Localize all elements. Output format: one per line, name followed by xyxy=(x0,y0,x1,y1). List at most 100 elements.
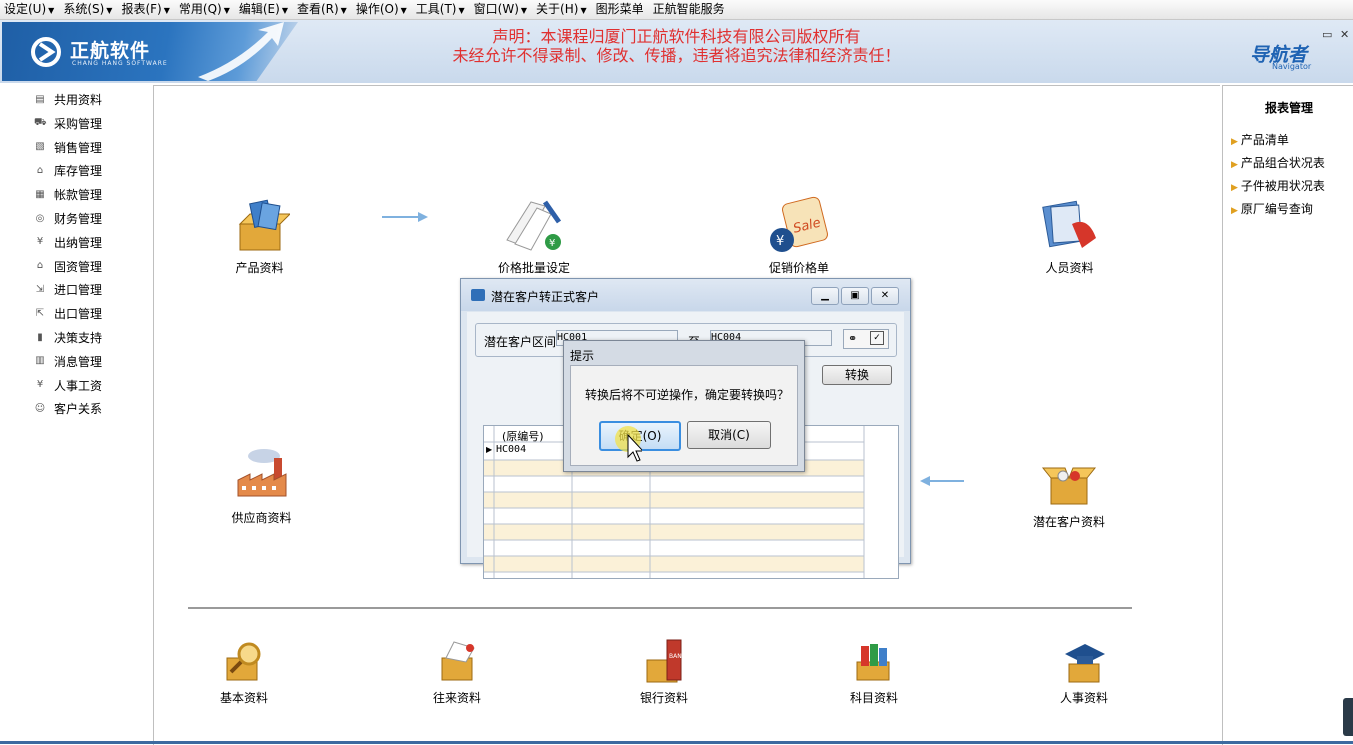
module-basic-data[interactable]: 基本资料 xyxy=(209,638,279,706)
sidebar-item[interactable]: ▤ 共用资料 xyxy=(34,91,102,108)
sidebar-item-label: 进口管理 xyxy=(54,283,103,298)
dropdown-arrow-icon: ▼ xyxy=(580,5,587,15)
navigator-subtitle: Navigator xyxy=(1272,62,1312,71)
sidebar-item-label: 客户关系 xyxy=(54,402,103,417)
sidebar-item-label: 销售管理 xyxy=(54,140,103,155)
mouse-cursor-icon xyxy=(615,426,642,462)
menu-item[interactable]: 工具(T) ▼ xyxy=(412,0,470,20)
sidebar-item-icon: ☺ xyxy=(34,402,46,414)
sidebar-item[interactable]: ⇱ 出口管理 xyxy=(34,305,102,322)
convert-button[interactable]: 转换 xyxy=(822,365,892,385)
sidebar-item[interactable]: ¥ 人事工资 xyxy=(34,377,102,394)
bullet-icon: ▶ xyxy=(1231,183,1238,193)
module-supplier-data[interactable]: 供应商资料 xyxy=(224,446,299,526)
dropdown-arrow-icon: ▼ xyxy=(520,5,528,15)
menu-item[interactable]: 查看(R) ▼ xyxy=(293,0,352,20)
module-staff-data[interactable]: 人员资料 xyxy=(1032,198,1107,276)
confirm-message-box: 提示 转换后将不可逆操作，确定要转换吗？ 确定(O) 取消(C) xyxy=(563,340,805,472)
sidebar-item[interactable]: ⌂ 固资管理 xyxy=(34,258,102,275)
module-promo-price[interactable]: Sale ¥ 促销价格单 xyxy=(759,194,839,276)
maximize-icon[interactable]: ▣ xyxy=(841,287,869,305)
range-label: 潜在客户区间 xyxy=(484,335,557,349)
restore-window-icon[interactable]: ▭ xyxy=(1322,28,1332,41)
dropdown-arrow-icon: ▼ xyxy=(48,5,55,15)
report-link[interactable]: ▶ 子件被用状况表 xyxy=(1231,177,1325,194)
dialog-titlebar[interactable]: 潜在客户转正式客户 ▁ ▣ ✕ xyxy=(461,279,910,311)
sidebar-item[interactable]: ¥ 出纳管理 xyxy=(34,234,102,251)
module-product-data[interactable]: 产品资料 xyxy=(222,198,297,276)
section-divider xyxy=(188,607,1132,609)
menu-item[interactable]: 编辑(E) ▼ xyxy=(235,0,293,20)
menu-item-label: 操作(O) xyxy=(355,1,399,16)
sidebar-item-icon: ⇲ xyxy=(35,283,45,295)
sidebar-item[interactable]: ◎ 财务管理 xyxy=(34,210,102,227)
search-binoculars-button[interactable]: ⚭ ✓ xyxy=(843,329,889,349)
menu-item[interactable]: 操作(O) ▼ xyxy=(352,0,412,20)
sidebar-item-icon: ¥ xyxy=(36,379,44,391)
menu-item-label: 关于(H) xyxy=(536,1,579,16)
menu-item[interactable]: 设定(U) ▼ xyxy=(0,0,59,20)
module-potential-customer[interactable]: 潜在客户资料 xyxy=(1024,458,1114,530)
sidebar-item[interactable]: ⌂ 库存管理 xyxy=(34,162,102,179)
sidebar-item[interactable]: ☺ 客户关系 xyxy=(34,400,102,417)
menu-item-label: 图形菜单 xyxy=(595,2,644,16)
module-contact-data[interactable]: 往来资料 xyxy=(422,638,492,706)
report-link-label: 原厂编号查询 xyxy=(1240,202,1313,216)
menu-item[interactable]: 系统(S) ▼ xyxy=(59,0,117,20)
report-panel-title: 报表管理 xyxy=(1265,101,1314,115)
sidebar-item-icon: ◎ xyxy=(35,212,45,224)
sidebar-item[interactable]: ▦ 帐款管理 xyxy=(34,186,102,203)
sidebar-item-icon: ▥ xyxy=(35,355,45,367)
sidebar-item-icon: ▤ xyxy=(35,93,45,105)
module-label: 银行资料 xyxy=(639,691,688,705)
grid-cell[interactable]: HC004 xyxy=(496,444,526,455)
module-label: 潜在客户资料 xyxy=(1032,515,1105,529)
module-hr-data[interactable]: 人事资料 xyxy=(1049,638,1119,706)
report-link[interactable]: ▶ 产品清单 xyxy=(1231,131,1289,148)
sidebar-item[interactable]: ▥ 消息管理 xyxy=(34,353,102,370)
staff-book-icon xyxy=(1041,200,1096,248)
report-link-label: 产品清单 xyxy=(1240,133,1289,147)
sidebar-item[interactable]: ▧ 销售管理 xyxy=(34,139,102,156)
message-text: 转换后将不可逆操作，确定要转换吗？ xyxy=(585,388,790,402)
menu-item[interactable]: 常用(Q) ▼ xyxy=(175,0,235,20)
module-bank-data[interactable]: BANK 银行资料 xyxy=(629,636,699,706)
menu-item[interactable]: 关于(H) ▼ xyxy=(532,0,592,20)
module-label: 基本资料 xyxy=(219,691,268,705)
sidebar-item-icon: ▮ xyxy=(37,331,43,343)
module-price-batch[interactable]: ¥ 价格批量设定 xyxy=(489,196,579,276)
report-link[interactable]: ▶ 原厂编号查询 xyxy=(1231,200,1313,217)
report-link[interactable]: ▶ 产品组合状况表 xyxy=(1231,154,1325,171)
menu-item[interactable]: 报表(F) ▼ xyxy=(117,0,174,20)
side-tab-handle[interactable] xyxy=(1343,698,1353,736)
cancel-button[interactable]: 取消(C) xyxy=(687,421,771,449)
sidebar-item-label: 出口管理 xyxy=(54,307,103,322)
customer-box-icon xyxy=(1041,467,1097,505)
row-pointer-icon: ▶ xyxy=(486,445,493,454)
sidebar-item[interactable]: ▮ 决策支持 xyxy=(34,329,102,346)
module-label: 科目资料 xyxy=(849,691,898,705)
sidebar-item-label: 决策支持 xyxy=(54,331,103,345)
sidebar-item-icon: ¥ xyxy=(36,236,44,248)
report-link-label: 子件被用状况表 xyxy=(1240,179,1325,193)
close-icon[interactable]: ✕ xyxy=(871,287,899,305)
sidebar-item[interactable]: ⛟ 采购管理 xyxy=(34,115,102,132)
sidebar-item-icon: ⛟ xyxy=(34,117,47,129)
menu-item[interactable]: 图形菜单 xyxy=(592,0,649,19)
menu-item[interactable]: 窗口(W) ▼ xyxy=(470,0,532,20)
menu-item[interactable]: 正航智能服务 xyxy=(649,0,730,19)
product-box-icon xyxy=(238,199,291,251)
svg-text:¥: ¥ xyxy=(776,234,784,249)
module-label: 促销价格单 xyxy=(768,261,829,275)
minimize-icon[interactable]: ▁ xyxy=(811,287,839,305)
module-account-data[interactable]: 科目资料 xyxy=(839,638,909,706)
close-window-icon[interactable]: ✕ xyxy=(1340,28,1349,41)
menu-item-label: 窗口(W) xyxy=(473,1,519,16)
dropdown-arrow-icon: ▼ xyxy=(458,5,465,15)
checkbox-icon[interactable]: ✓ xyxy=(870,331,884,345)
contact-box-icon xyxy=(441,641,475,681)
graduation-cap-icon xyxy=(1065,644,1105,683)
sidebar-item-icon: ⌂ xyxy=(36,164,44,176)
binoculars-icon: ⚭ xyxy=(848,332,858,345)
sidebar-item[interactable]: ⇲ 进口管理 xyxy=(34,281,102,298)
